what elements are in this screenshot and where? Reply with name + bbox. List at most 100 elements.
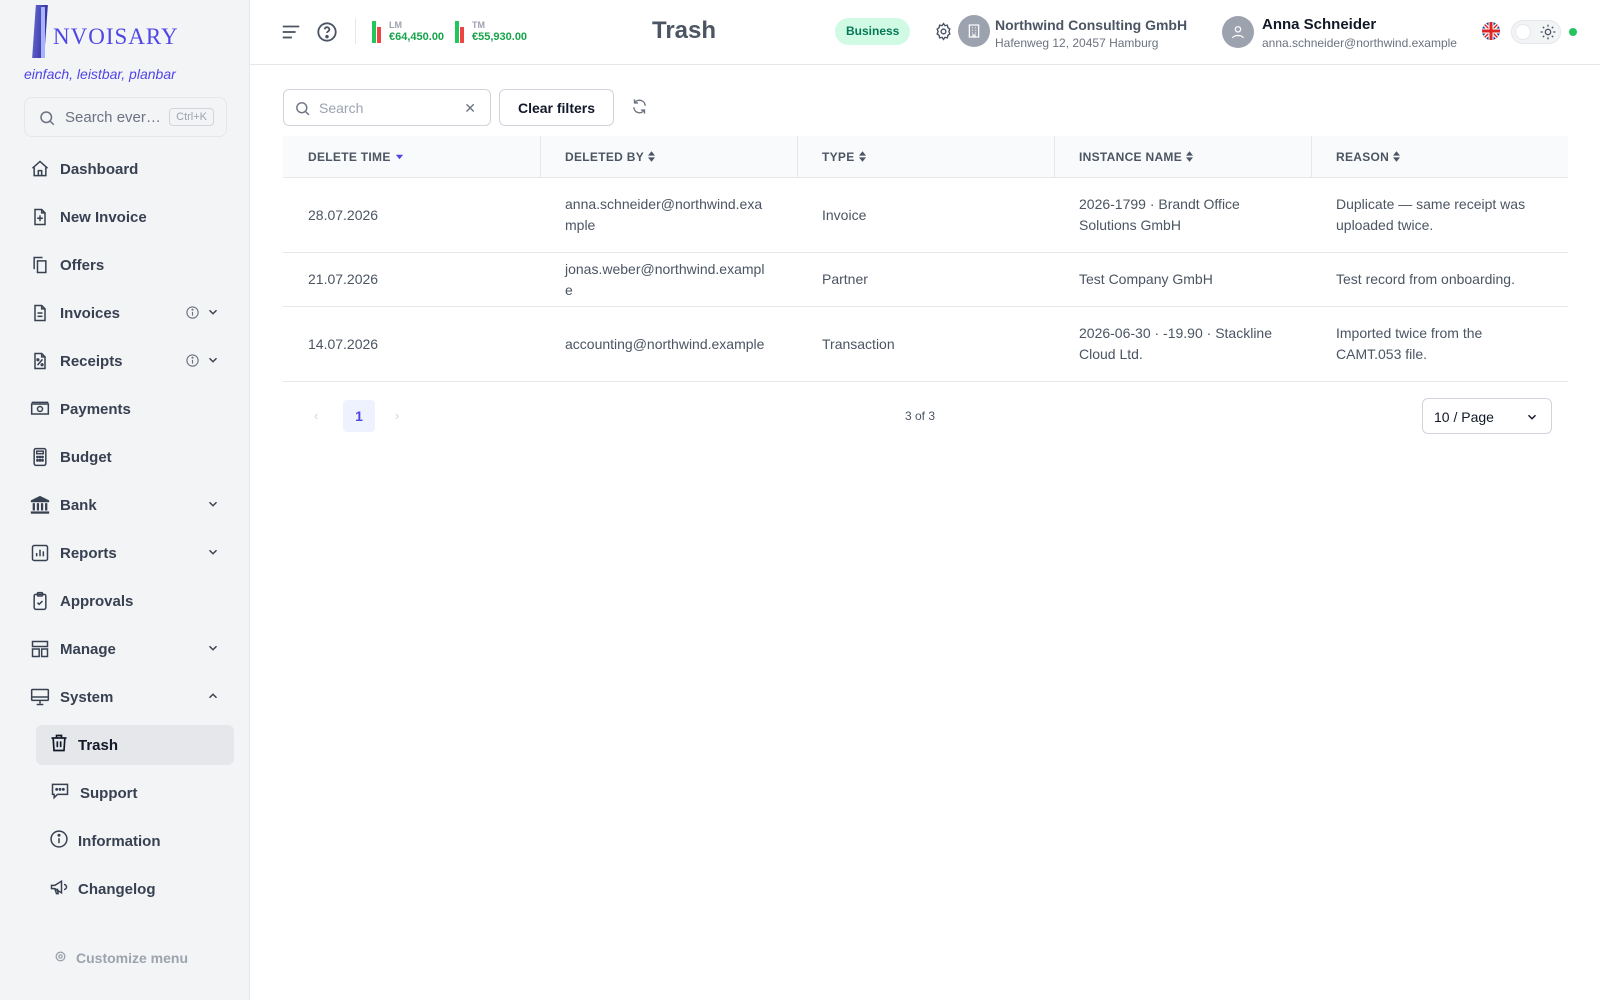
cell-deleted-by: accounting@northwind.example xyxy=(565,335,765,352)
trash-icon xyxy=(49,733,69,758)
theme-toggle[interactable] xyxy=(1511,20,1561,44)
column-label: TYPE xyxy=(822,149,855,164)
clipboard-check-icon xyxy=(29,590,51,612)
sidebar-item-offers[interactable]: Offers xyxy=(0,241,250,289)
chevron-down-icon[interactable] xyxy=(206,305,220,324)
chevron-up-icon[interactable] xyxy=(206,689,220,708)
sidebar-item-receipts[interactable]: Receipts xyxy=(0,337,250,385)
cell-instance-name: 2026-1799 · Brandt Office Solutions GmbH xyxy=(1079,196,1240,233)
building-icon[interactable] xyxy=(958,15,990,47)
cell-type: Invoice xyxy=(822,206,867,223)
kpi-label: TM xyxy=(472,20,485,30)
pagination-next-button[interactable]: › xyxy=(395,408,399,423)
chevron-down-icon[interactable] xyxy=(206,497,220,516)
table-row[interactable]: 28.07.2026 anna.schneider@northwind.exam… xyxy=(283,178,1568,253)
kpi-bars-icon xyxy=(372,21,382,43)
trash-search[interactable]: ✕ xyxy=(283,89,491,126)
logo-mark-highlight xyxy=(41,7,45,58)
cell-reason: Duplicate — same receipt was uploaded tw… xyxy=(1336,196,1526,233)
sidebar-item-approvals[interactable]: Approvals xyxy=(0,577,250,625)
gear-icon[interactable] xyxy=(934,22,953,46)
copy-icon xyxy=(29,254,51,276)
page-size-select[interactable]: 10 / Page xyxy=(1422,398,1552,434)
sidebar-item-label: Payments xyxy=(60,400,131,418)
clear-filters-button[interactable]: Clear filters xyxy=(499,89,614,126)
global-search-placeholder: Search ever… xyxy=(65,109,161,126)
page-size-value: 10 / Page xyxy=(1434,409,1494,425)
global-search[interactable]: Search ever… Ctrl+K xyxy=(24,97,227,137)
column-header-type[interactable]: TYPE xyxy=(797,136,1054,178)
pagination-count: 3 of 3 xyxy=(905,409,936,423)
sidebar-item-label: Support xyxy=(80,784,138,802)
column-header-deleted-by[interactable]: DELETED BY xyxy=(540,136,797,178)
info-icon[interactable] xyxy=(185,305,200,325)
megaphone-icon xyxy=(49,877,69,902)
info-icon xyxy=(49,829,69,854)
chevron-down-icon[interactable] xyxy=(206,545,220,564)
pagination-prev-button[interactable]: ‹ xyxy=(314,408,318,423)
settings-small-icon xyxy=(54,950,67,966)
sidebar-item-invoices[interactable]: Invoices xyxy=(0,289,250,337)
sidebar-item-label: New Invoice xyxy=(60,208,147,226)
sidebar-subitem-trash[interactable]: Trash xyxy=(0,721,250,769)
sidebar-subitem-support[interactable]: Support xyxy=(0,769,250,817)
sidebar-item-label: Manage xyxy=(60,640,116,658)
column-label: REASON xyxy=(1336,149,1390,164)
table-row[interactable]: 21.07.2026 jonas.weber@northwind.example… xyxy=(283,253,1568,307)
refresh-icon[interactable] xyxy=(631,98,648,120)
sidebar-item-label: System xyxy=(60,688,114,706)
chat-icon xyxy=(49,781,71,806)
clear-search-icon[interactable]: ✕ xyxy=(464,100,476,117)
search-input[interactable] xyxy=(319,98,459,118)
column-header-instance-name[interactable]: INSTANCE NAME xyxy=(1054,136,1311,178)
sidebar-item-budget[interactable]: Budget xyxy=(0,433,250,481)
cell-type: Partner xyxy=(822,271,868,287)
search-icon xyxy=(294,100,311,122)
column-header-delete-time[interactable]: DELETE TIME xyxy=(283,136,540,177)
brand-logo[interactable]: NVOISARY xyxy=(32,5,178,60)
sidebar-item-payments[interactable]: Payments xyxy=(0,385,250,433)
cell-deleted-by: anna.schneider@northwind.example xyxy=(565,196,763,233)
sidebar-item-label: Offers xyxy=(60,256,105,274)
info-icon[interactable] xyxy=(185,353,200,373)
sidebar-item-bank[interactable]: Bank xyxy=(0,481,250,529)
cell-reason: Test record from onboarding. xyxy=(1336,271,1515,287)
search-shortcut-badge: Ctrl+K xyxy=(169,108,214,126)
monitor-icon xyxy=(29,686,51,708)
column-header-reason[interactable]: REASON xyxy=(1311,136,1568,178)
plan-badge: Business xyxy=(835,18,911,45)
sidebar-item-dashboard[interactable]: Dashboard xyxy=(0,145,250,193)
sidebar-item-manage[interactable]: Manage xyxy=(0,625,250,673)
sidebar-item-system[interactable]: System xyxy=(0,673,250,721)
user-email: anna.schneider@northwind.example xyxy=(1262,36,1457,50)
uk-flag-icon[interactable] xyxy=(1482,22,1500,40)
file-text-icon xyxy=(29,302,51,324)
chevron-down-icon[interactable] xyxy=(206,641,220,660)
cell-delete-time: 14.07.2026 xyxy=(308,335,379,352)
search-icon xyxy=(38,109,56,132)
sidebar-subitem-information[interactable]: Information xyxy=(0,817,250,865)
customize-menu-button[interactable]: Customize menu xyxy=(54,950,188,966)
sidebar-item-label: Receipts xyxy=(60,352,123,370)
kpi-label: LM xyxy=(389,20,402,30)
pagination-page-1[interactable]: 1 xyxy=(343,400,375,432)
sidebar-item-label: Approvals xyxy=(60,592,134,610)
column-label: INSTANCE NAME xyxy=(1079,149,1183,164)
user-icon[interactable] xyxy=(1222,16,1254,48)
table-row[interactable]: 14.07.2026 accounting@northwind.example … xyxy=(283,307,1568,382)
help-icon[interactable] xyxy=(316,21,338,48)
sidebar-item-reports[interactable]: Reports xyxy=(0,529,250,577)
sidebar-subitem-changelog[interactable]: Changelog xyxy=(0,865,250,913)
cell-delete-time: 21.07.2026 xyxy=(308,271,379,287)
bar-chart-icon xyxy=(29,542,51,564)
sidebar-item-new-invoice[interactable]: New Invoice xyxy=(0,193,250,241)
user-name[interactable]: Anna Schneider xyxy=(1262,16,1376,33)
sidebar-item-label: Changelog xyxy=(78,880,156,898)
chevron-down-icon[interactable] xyxy=(206,353,220,372)
company-name[interactable]: Northwind Consulting GmbH xyxy=(995,17,1187,33)
calculator-icon xyxy=(29,446,51,468)
file-plus-icon xyxy=(29,206,51,228)
header-divider xyxy=(355,18,356,44)
cell-reason: Imported twice from the CAMT.053 file. xyxy=(1336,325,1483,362)
menu-icon[interactable] xyxy=(280,21,302,48)
